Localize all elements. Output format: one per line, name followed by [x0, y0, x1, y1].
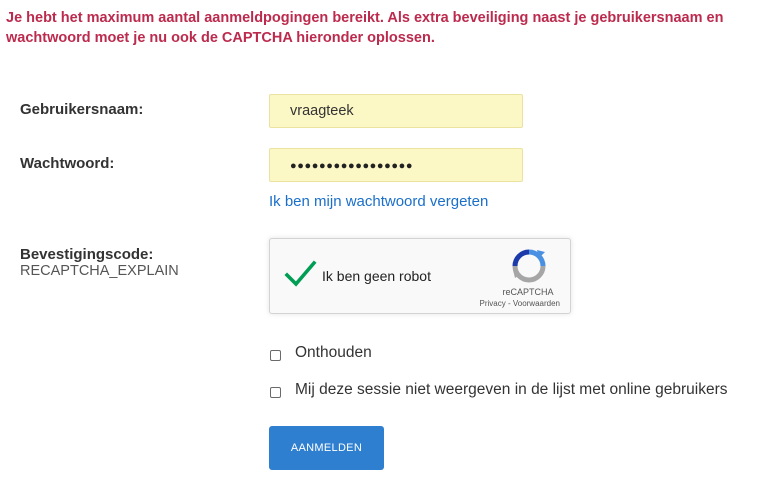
username-label: Gebruikersnaam: [20, 101, 144, 118]
remember-me-label[interactable]: Onthouden [295, 344, 372, 362]
username-input[interactable] [269, 94, 523, 128]
checkmark-icon [284, 260, 317, 287]
recaptcha-terms-link[interactable]: Voorwaarden [513, 299, 560, 308]
recaptcha-widget[interactable]: Ik ben geen robot reCAPTCHA Privacy - Vo… [269, 238, 571, 314]
recaptcha-privacy-link[interactable]: Privacy [480, 299, 506, 308]
captcha-label: Bevestigingscode: [20, 246, 154, 263]
recaptcha-brand-text: reCAPTCHA [502, 287, 554, 297]
password-label: Wachtwoord: [20, 155, 115, 172]
recaptcha-link-separator: - [505, 299, 513, 308]
login-attempts-error-message: Je hebt het maximum aantal aanmeldpoging… [6, 10, 724, 46]
hide-session-label[interactable]: Mij deze sessie niet weergeven in de lij… [295, 381, 728, 399]
hide-session-checkbox[interactable] [270, 387, 281, 398]
recaptcha-links: Privacy - Voorwaarden [480, 299, 561, 308]
login-button[interactable]: AANMELDEN [269, 426, 384, 470]
captcha-explain-text: RECAPTCHA_EXPLAIN [20, 263, 179, 279]
forgot-password-link[interactable]: Ik ben mijn wachtwoord vergeten [269, 193, 488, 210]
recaptcha-logo-icon [512, 249, 546, 283]
remember-me-checkbox[interactable] [270, 350, 281, 361]
password-input[interactable] [269, 148, 523, 182]
recaptcha-checkbox-label: Ik ben geen robot [322, 268, 431, 284]
